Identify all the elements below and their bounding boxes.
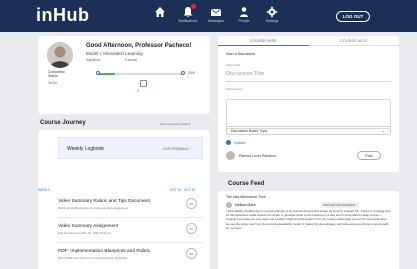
posting-user: Patricia Lover Pacheco	[226, 151, 276, 160]
discussion-title-input[interactable]: Discussion Title	[226, 71, 264, 77]
topic-select-value: Discussion Board Topic	[231, 128, 268, 133]
discussion-content-field[interactable]	[226, 99, 391, 129]
course-journey-card: Weekly Logbook GIVE FEEDBACK › WEEK 9 OC…	[38, 130, 210, 269]
feed-author[interactable]: Melissa Mace	[226, 202, 256, 208]
start-discussion-label: Start a Discussion	[226, 52, 255, 56]
mail-icon	[210, 8, 222, 16]
progress-circle: 0%	[186, 223, 197, 234]
radio-icon	[226, 140, 231, 145]
nav-notifications-label: Notifications	[178, 19, 198, 23]
upload-option[interactable]: Upload	[226, 140, 245, 145]
completion-percent: 20%	[188, 71, 196, 75]
discussion-tabs: COURSE WIDE COURSE HELP	[218, 36, 399, 46]
todo-label: To Do	[48, 81, 57, 85]
divider	[58, 242, 203, 243]
item-subtitle: Due Sunday December 06, 2020 11:59 pm	[58, 231, 111, 235]
progress-circle: 0%	[186, 248, 197, 259]
item-subtitle: Rubric and listing tips for the video su…	[58, 206, 129, 210]
title-underline	[226, 81, 391, 82]
list-item[interactable]: Video Summary Assignment Due Sunday Dece…	[58, 221, 203, 243]
author-avatar	[226, 202, 232, 208]
nav-home[interactable]	[148, 6, 172, 19]
item-title: Video Summary Assignment	[58, 224, 119, 229]
syllabus-link[interactable]: Syllabus	[86, 58, 100, 62]
app-logo[interactable]: inHub	[36, 5, 90, 26]
notification-badge	[191, 4, 196, 9]
people-icon	[240, 7, 248, 17]
tab-course-wide[interactable]: COURSE WIDE	[218, 36, 309, 46]
user-avatar	[226, 151, 235, 160]
completion-label: Completion Status	[48, 70, 66, 78]
nav-notifications[interactable]: Notifications	[176, 4, 200, 23]
nav-settings[interactable]: Settings	[260, 6, 284, 23]
weekly-logbook[interactable]: Weekly Logbook GIVE FEEDBACK ›	[58, 137, 203, 159]
todo-icon[interactable]	[140, 80, 147, 87]
feed-post-text: I think William Smithsonian is a good ex…	[226, 209, 391, 230]
greeting-text: Good Afternoon, Professor Pacheco!	[86, 43, 192, 49]
chevron-down-icon: ⌄	[381, 128, 385, 133]
title-small-label: Add a Title	[226, 63, 241, 67]
nav-messages-label: Messages	[208, 19, 224, 23]
feed-tag: INNOVATIVE PROJECT	[320, 202, 359, 208]
course-feed-card: The Idea Attendance Time Melissa Mace IN…	[218, 191, 399, 269]
nav-people-label: People	[238, 19, 250, 23]
nav-people[interactable]: People	[232, 6, 256, 23]
sort-dropdown[interactable]: Now sorting by week ▾	[160, 122, 190, 126]
top-nav-bar: inHub Notifications Messages People Sett…	[0, 0, 417, 32]
divider	[58, 217, 203, 218]
item-subtitle: Rubric PDF and rubric for the implementa…	[58, 256, 128, 260]
logout-button[interactable]: LOG OUT	[336, 11, 370, 22]
feed-header: The Idea Attendance Time	[226, 195, 266, 199]
posting-user-name: Patricia Lover Pacheco	[239, 153, 276, 158]
course-links: Syllabus Tutorial	[86, 58, 137, 62]
item-title: Video Summary Rubric and Tips Document	[58, 199, 150, 204]
completion-progress-fill	[98, 73, 115, 75]
week-dates: OCT 26 - OCT 30	[170, 188, 196, 192]
course-name: Model I: Innovation Learning	[86, 51, 143, 56]
discussion-card: COURSE WIDE COURSE HELP Start a Discussi…	[218, 36, 399, 172]
profile-card: Good Afternoon, Professor Pacheco! Model…	[38, 36, 210, 114]
progress-circle: 0%	[186, 198, 197, 209]
week-label: WEEK 9	[38, 188, 51, 192]
item-title: PDF: Implementation Blueprints and Rubri…	[58, 249, 151, 254]
progress-end-marker	[181, 71, 185, 75]
list-item[interactable]: PDF: Implementation Blueprints and Rubri…	[58, 246, 203, 268]
course-journey-title: Course Journey	[40, 120, 86, 126]
todo-count: 0	[137, 89, 139, 93]
avatar	[47, 42, 73, 68]
topic-select[interactable]: Discussion Board Topic ⌄	[226, 126, 391, 135]
gear-icon	[266, 6, 278, 18]
give-feedback-link[interactable]: GIVE FEEDBACK ›	[163, 147, 191, 151]
progress-start-marker	[96, 71, 100, 75]
post-content-label: Add Content	[226, 87, 243, 91]
list-item[interactable]: Video Summary Rubric and Tips Document R…	[58, 196, 203, 218]
upload-option-label: Upload	[234, 140, 246, 145]
feed-author-name: Melissa Mace	[235, 203, 256, 207]
nav-messages[interactable]: Messages	[204, 6, 228, 23]
post-button[interactable]: Post	[357, 151, 381, 160]
logbook-title: Weekly Logbook	[67, 146, 104, 152]
nav-settings-label: Settings	[265, 19, 279, 23]
tutorial-link[interactable]: Tutorial	[124, 58, 137, 62]
home-icon	[155, 7, 165, 17]
tab-course-help[interactable]: COURSE HELP	[308, 36, 399, 46]
course-feed-title: Course Feed	[228, 181, 265, 187]
completion-progress-bar	[98, 73, 183, 75]
